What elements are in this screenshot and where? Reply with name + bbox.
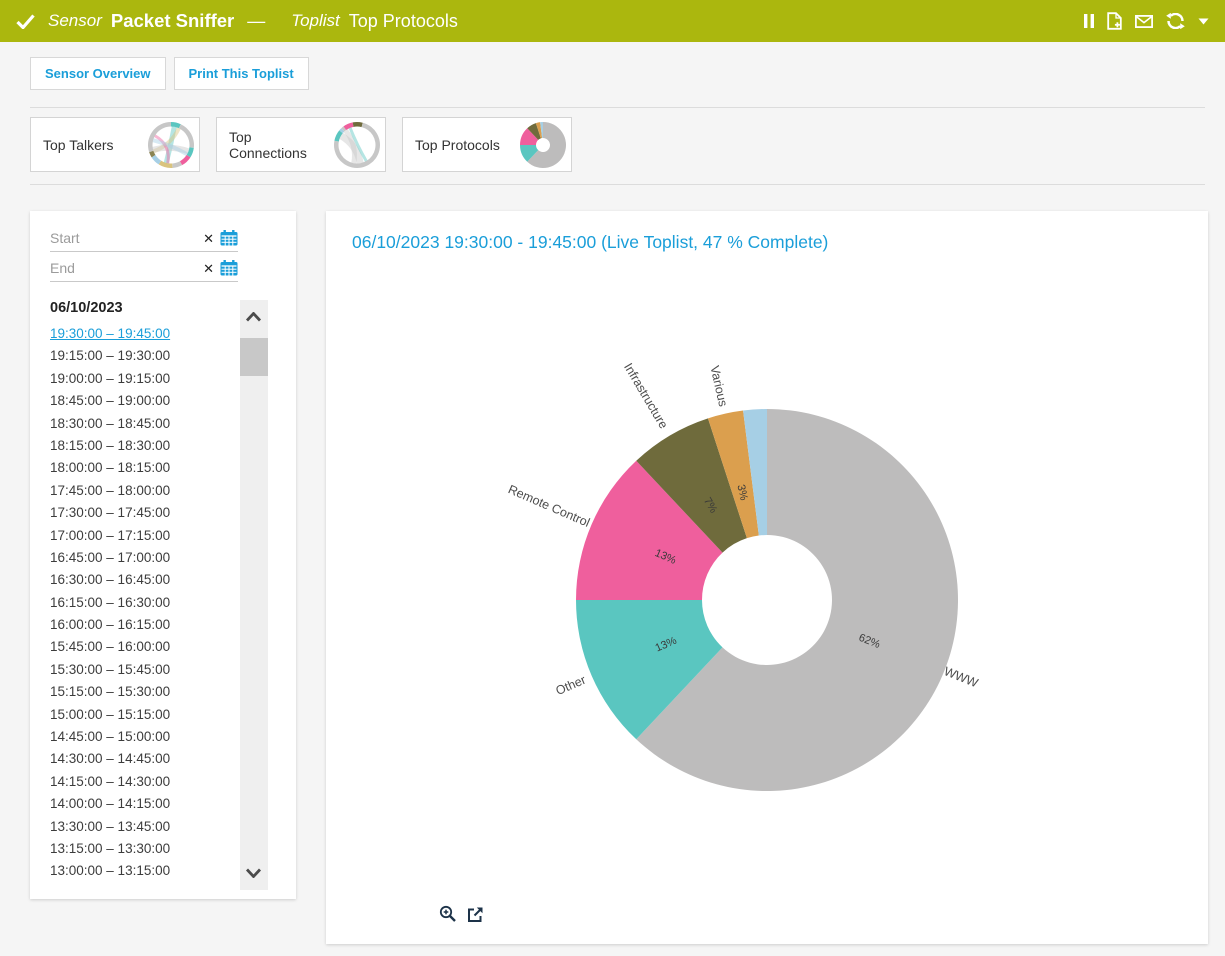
time-range-item[interactable]: 13:30:00 – 13:45:00 bbox=[50, 816, 236, 838]
time-range-item[interactable]: 18:45:00 – 19:00:00 bbox=[50, 390, 236, 412]
open-external-icon[interactable] bbox=[467, 906, 484, 923]
time-range-item[interactable]: 17:00:00 – 17:15:00 bbox=[50, 525, 236, 547]
tab-top-talkers[interactable]: Top Talkers bbox=[30, 117, 200, 172]
toolbar: Sensor Overview Print This Toplist bbox=[30, 57, 309, 90]
time-range-item[interactable]: 15:30:00 – 15:45:00 bbox=[50, 659, 236, 681]
breadcrumb-separator: — bbox=[247, 11, 265, 32]
pie-segment-small bbox=[180, 154, 191, 164]
calendar-icon[interactable] bbox=[220, 260, 238, 276]
caret-down-icon[interactable] bbox=[1198, 18, 1209, 25]
start-date-input[interactable] bbox=[50, 230, 201, 246]
sensor-overview-button[interactable]: Sensor Overview bbox=[30, 57, 166, 90]
time-range-item[interactable]: 14:00:00 – 14:15:00 bbox=[50, 793, 236, 815]
tab-label: Top Talkers bbox=[43, 137, 114, 153]
zoom-in-icon[interactable] bbox=[439, 905, 457, 923]
time-range-item[interactable]: 19:30:00 – 19:45:00 bbox=[50, 323, 236, 345]
time-range-item[interactable]: 17:45:00 – 18:00:00 bbox=[50, 480, 236, 502]
time-range-item[interactable]: 13:15:00 – 13:30:00 bbox=[50, 838, 236, 860]
time-range-item[interactable]: 14:15:00 – 14:30:00 bbox=[50, 771, 236, 793]
toplist-tabs: Top Talkers Top Connections Top Protocol… bbox=[30, 117, 572, 172]
divider bbox=[30, 184, 1205, 185]
ok-status-icon bbox=[16, 14, 35, 29]
time-filter-panel: ✕ ✕ bbox=[30, 211, 296, 899]
breadcrumb-sensor-name[interactable]: Packet Sniffer bbox=[111, 10, 234, 32]
top-protocols-donut-chart: 62%WWW13%Other13%Remote Control7%Infrast… bbox=[326, 211, 1208, 944]
time-range-item[interactable]: 18:00:00 – 18:15:00 bbox=[50, 457, 236, 479]
pie-name-label: Various bbox=[707, 364, 730, 408]
pie-name-label: Other bbox=[554, 673, 588, 698]
pause-icon[interactable] bbox=[1084, 14, 1094, 28]
add-report-icon[interactable] bbox=[1107, 12, 1122, 30]
print-toplist-button[interactable]: Print This Toplist bbox=[174, 57, 309, 90]
time-range-item[interactable]: 15:45:00 – 16:00:00 bbox=[50, 636, 236, 658]
scrollbar-thumb[interactable] bbox=[240, 338, 268, 376]
pie-segment-small bbox=[179, 124, 194, 148]
pie-name-label: Infrastructure bbox=[621, 361, 671, 432]
divider bbox=[30, 107, 1205, 108]
toplist-chart-panel: 06/10/2023 19:30:00 - 19:45:00 (Live Top… bbox=[326, 211, 1208, 944]
scroll-down-icon[interactable] bbox=[245, 868, 262, 878]
time-range-item[interactable]: 14:45:00 – 15:00:00 bbox=[50, 726, 236, 748]
calendar-icon[interactable] bbox=[220, 230, 238, 246]
top-talkers-thumbnail-chart bbox=[147, 121, 195, 169]
time-range-item[interactable]: 14:30:00 – 14:45:00 bbox=[50, 748, 236, 770]
breadcrumb-toplist-name: Top Protocols bbox=[349, 11, 458, 32]
time-range-item[interactable]: 16:30:00 – 16:45:00 bbox=[50, 569, 236, 591]
time-list-scrollbar[interactable] bbox=[240, 300, 268, 890]
time-range-list: 19:30:00 – 19:45:0019:15:00 – 19:30:0019… bbox=[50, 323, 236, 883]
pie-name-label: Remote Control bbox=[506, 482, 592, 530]
refresh-icon[interactable] bbox=[1166, 13, 1185, 29]
tab-label: Top Connections bbox=[229, 129, 333, 161]
clear-start-icon[interactable]: ✕ bbox=[203, 232, 214, 245]
time-range-item[interactable]: 16:15:00 – 16:30:00 bbox=[50, 592, 236, 614]
time-range-item[interactable]: 15:00:00 – 15:15:00 bbox=[50, 704, 236, 726]
pie-name-label: WWW bbox=[942, 664, 980, 690]
clear-end-icon[interactable]: ✕ bbox=[203, 262, 214, 275]
chart-actions bbox=[439, 905, 484, 923]
breadcrumb-entity-label: Sensor bbox=[48, 11, 102, 31]
tab-top-connections[interactable]: Top Connections bbox=[216, 117, 386, 172]
tab-label: Top Protocols bbox=[415, 137, 500, 153]
end-date-input[interactable] bbox=[50, 260, 201, 276]
breadcrumb-section-label: Toplist bbox=[291, 11, 340, 31]
time-range-item[interactable]: 13:00:00 – 13:15:00 bbox=[50, 860, 236, 882]
start-date-row: ✕ bbox=[50, 225, 238, 252]
end-date-row: ✕ bbox=[50, 255, 238, 282]
time-range-item[interactable]: 18:15:00 – 18:30:00 bbox=[50, 435, 236, 457]
time-range-item[interactable]: 19:00:00 – 19:15:00 bbox=[50, 368, 236, 390]
breadcrumb-bar: Sensor Packet Sniffer — Toplist Top Prot… bbox=[0, 0, 1225, 42]
time-range-item[interactable]: 16:00:00 – 16:15:00 bbox=[50, 614, 236, 636]
top-connections-thumbnail-chart bbox=[333, 121, 381, 169]
time-range-item[interactable]: 16:45:00 – 17:00:00 bbox=[50, 547, 236, 569]
time-range-item[interactable]: 17:30:00 – 17:45:00 bbox=[50, 502, 236, 524]
time-range-item[interactable]: 19:15:00 – 19:30:00 bbox=[50, 345, 236, 367]
date-group-header: 06/10/2023 bbox=[50, 300, 123, 316]
time-range-item[interactable]: 18:30:00 – 18:45:00 bbox=[50, 413, 236, 435]
scroll-up-icon[interactable] bbox=[245, 312, 262, 322]
header-action-icons bbox=[1084, 12, 1209, 30]
time-range-item[interactable]: 15:15:00 – 15:30:00 bbox=[50, 681, 236, 703]
email-icon[interactable] bbox=[1135, 15, 1153, 28]
top-protocols-thumbnail-chart bbox=[519, 121, 567, 169]
tab-top-protocols[interactable]: Top Protocols bbox=[402, 117, 572, 172]
